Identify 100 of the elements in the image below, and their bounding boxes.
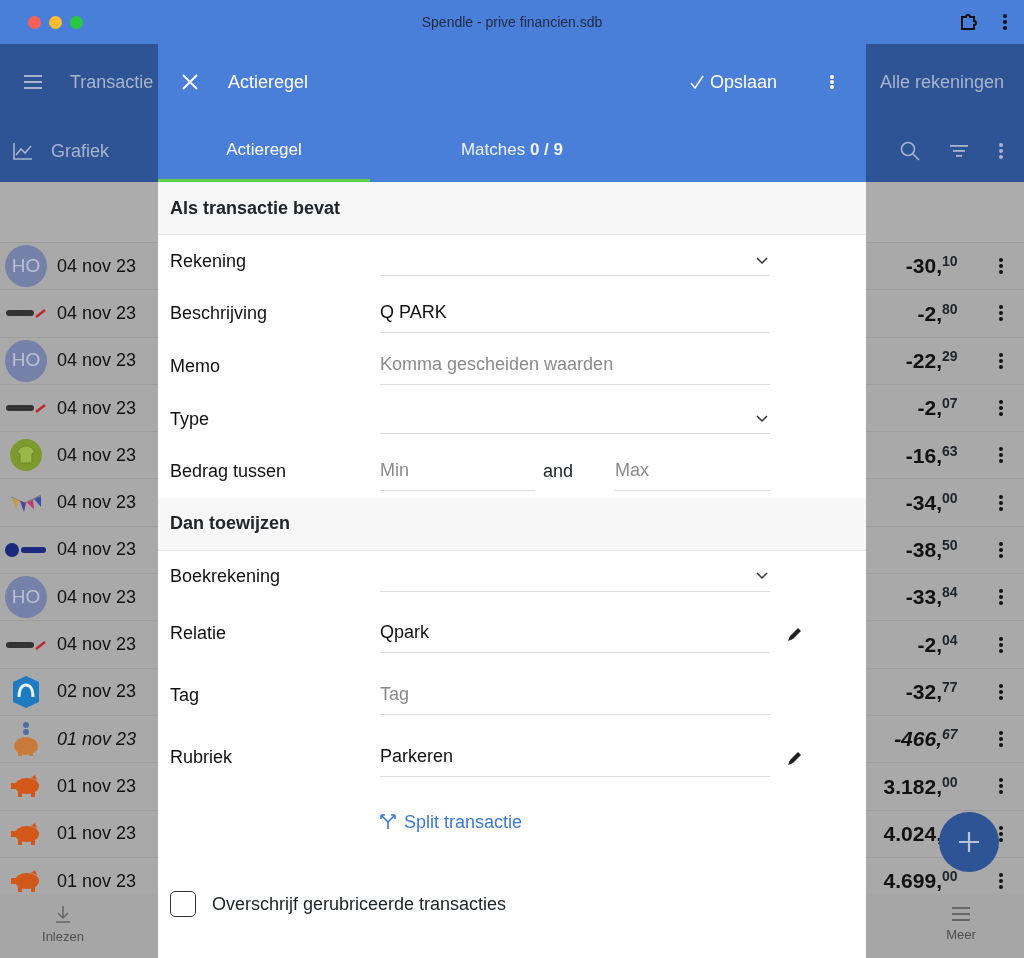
more-icon[interactable] [998,493,1004,512]
field-label: Rubriek [170,746,234,770]
amount-cents: 50 [942,536,959,554]
chevron-down-icon [756,414,768,423]
amount-cents: 00 [942,772,959,790]
transaction-date: 01 nov 23 [57,727,137,751]
transaction-date: 04 nov 23 [57,349,137,373]
shirt-icon [10,439,42,472]
more-icon[interactable] [998,824,1004,843]
range-separator: and [542,460,575,484]
chevron-down-icon [756,256,768,265]
close-icon[interactable] [182,74,198,90]
bunting-icon [10,493,42,512]
transaction-amount: -38, [905,537,942,564]
pencil-icon[interactable] [787,625,803,642]
input-field[interactable]: Q PARK [380,294,770,333]
field-label: Beschrijving [170,302,269,326]
more-icon[interactable] [998,730,1004,749]
chevron-down-icon [756,572,768,581]
amount-cents: 63 [942,441,959,459]
line-chart-icon [13,142,33,160]
more-icon[interactable] [998,351,1004,370]
more-icon[interactable] [998,682,1004,701]
store-logo-icon [5,541,47,558]
field-label: Rekening [170,249,248,273]
amount-cents: 77 [942,678,959,696]
amount-cents: 00 [942,867,959,885]
extension-icon[interactable] [958,12,978,32]
transaction-amount: -2, [917,395,942,422]
save-button[interactable]: Opslaan [689,68,777,96]
more-icon[interactable] [998,142,1004,160]
transaction-amount: -466, [894,726,942,753]
more-icon[interactable] [998,257,1004,276]
more-icon[interactable] [998,635,1004,654]
field-label: Boekrekening [170,565,282,589]
input-field[interactable]: Min [380,452,535,491]
more-icon[interactable] [1002,13,1008,31]
input-field[interactable]: Qpark [380,614,770,653]
field-label: Memo [170,355,221,378]
transaction-date: 04 nov 23 [57,254,137,278]
transaction-date: 04 nov 23 [57,396,137,420]
tab[interactable]: Matches 0 / 9 [370,120,654,182]
amount-cents: 29 [942,347,959,364]
transaction-date: 04 nov 23 [57,301,137,325]
amount-cents: 80 [942,299,959,317]
transaction-date: 01 nov 23 [57,774,137,798]
dialog-title: Actieregel [228,70,309,94]
nav-button[interactable]: Inlezen [23,904,103,947]
search-icon[interactable] [900,141,920,161]
transaction-date: 01 nov 23 [57,822,137,846]
transaction-date: 04 nov 23 [57,585,137,609]
transaction-amount: -2, [917,300,942,327]
more-icon[interactable] [998,446,1004,465]
field-label: Relatie [170,622,228,646]
nav-button[interactable]: Meer [921,906,1001,945]
amount-cents: 00 [942,488,959,506]
store-logo-icon [11,674,41,709]
more-icon[interactable] [998,872,1004,890]
transaction-amount: -16, [905,442,942,469]
field-label: Bedrag tussen [170,460,288,484]
check-icon [689,75,704,89]
split-icon [380,814,396,831]
more-icon[interactable] [998,304,1004,323]
split-link[interactable]: Split transactie [380,808,523,836]
input-field[interactable]: Komma gescheiden waarden [380,347,770,386]
transaction-amount: -32, [905,679,942,706]
amount-cents: 07 [942,394,959,412]
avatar: HO [5,576,47,619]
checkbox-label[interactable]: Overschrijf gerubriceerde transacties [212,890,507,918]
transaction-date: 02 nov 23 [57,680,137,704]
amount-cents: 67 [942,725,959,743]
input-field[interactable]: Max [615,452,770,491]
pencil-icon[interactable] [787,749,803,766]
app-title: Transactie [70,70,154,94]
input-field[interactable]: Parkeren [380,738,770,777]
transaction-amount: 3.182, [883,773,942,800]
chart-button[interactable]: Grafiek [51,137,110,165]
filter-icon[interactable] [950,145,968,157]
transaction-amount: 4.699, [883,868,942,893]
more-icon[interactable] [998,777,1004,796]
transaction-amount: -30, [905,253,942,280]
more-icon[interactable] [829,74,835,90]
transaction-amount: -33, [905,584,942,611]
menu-icon [952,906,970,921]
more-icon[interactable] [998,540,1004,559]
more-icon[interactable] [998,399,1004,418]
account-selector[interactable]: Alle rekeningen [879,68,1004,96]
transaction-amount: -2, [917,631,942,658]
checkbox[interactable] [170,891,196,918]
transaction-amount: 4.024, [883,820,942,847]
avatar: HO [5,339,47,382]
menu-icon[interactable] [24,75,42,89]
transaction-amount: -34, [905,489,942,516]
amount-cents: 84 [942,583,959,601]
transaction-date: 04 nov 23 [57,491,137,515]
avatar: HO [5,245,47,288]
amount-cents: 04 [942,630,959,648]
input-field[interactable]: Tag [380,676,770,715]
section-title: Dan toewijzen [158,497,866,551]
more-icon[interactable] [998,588,1004,607]
